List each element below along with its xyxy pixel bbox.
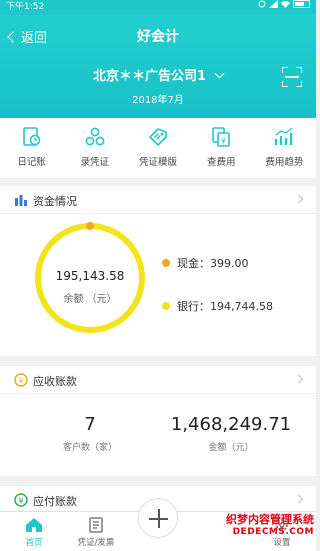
shortcut-voucher-entry[interactable]: 录凭证 bbox=[63, 118, 126, 178]
shortcut-label: 查费用 bbox=[206, 157, 236, 168]
signal-icon bbox=[269, 0, 278, 8]
svg-text:¥: ¥ bbox=[221, 137, 226, 146]
tab-vouchers[interactable]: 凭证/发票 bbox=[70, 517, 122, 548]
tab-home[interactable]: 首页 bbox=[14, 517, 54, 548]
shortcut-bar: 日记账 录凭证 凭证模版 ¥ 查费用 费用趋势 bbox=[0, 118, 316, 178]
app-title: 好会计 bbox=[137, 29, 179, 45]
chevron-down-icon bbox=[214, 68, 225, 79]
coin-icon: ¥ bbox=[14, 373, 28, 387]
receivables-card-header[interactable]: ¥ 应收账款 bbox=[0, 366, 316, 394]
status-time: 下午1:52 bbox=[6, 2, 45, 12]
shortcut-trend[interactable]: 费用趋势 bbox=[253, 118, 316, 178]
header: 返回 好会计 北京＊＊广告公司1 2018年7月 bbox=[0, 15, 316, 118]
amount-value: 1,468,249.71 bbox=[170, 414, 292, 435]
chevron-right-icon bbox=[294, 194, 304, 204]
chevron-right-icon bbox=[294, 374, 304, 384]
add-button[interactable] bbox=[138, 498, 178, 538]
funds-card[interactable]: 资金情况 195,143.58 余额 （元） 现金：399.00 银行：194,… bbox=[0, 186, 316, 356]
customers-value: 7 bbox=[84, 414, 96, 435]
watermark-line1: 织梦内容管理系统 bbox=[226, 513, 314, 526]
customers-label: 客户数（家） bbox=[62, 443, 117, 453]
balance-value: 195,143.58 bbox=[55, 269, 125, 283]
svg-text:¥: ¥ bbox=[18, 377, 23, 386]
document-icon bbox=[89, 517, 103, 533]
period-label[interactable]: 2018年7月 bbox=[0, 91, 316, 106]
legend-cash: 现金：399.00 bbox=[162, 255, 249, 271]
funds-title: 资金情况 bbox=[33, 195, 77, 208]
voucher-template-icon bbox=[149, 128, 167, 146]
receivables-title: 应收账款 bbox=[33, 375, 77, 388]
amount-label: 金额（元） bbox=[208, 443, 254, 453]
watermark: 织梦内容管理系统 DEDECMS.COM bbox=[226, 513, 314, 537]
journal-icon bbox=[22, 127, 40, 146]
expense-icon: ¥ bbox=[212, 127, 231, 147]
bank-dot bbox=[162, 302, 170, 310]
svg-text:¥: ¥ bbox=[18, 497, 23, 506]
customers-stat: 7 客户数（家） bbox=[40, 414, 140, 453]
shortcut-label: 费用趋势 bbox=[265, 157, 304, 168]
scan-icon[interactable] bbox=[282, 67, 302, 87]
cash-dot bbox=[162, 259, 170, 267]
shortcut-label: 凭证模版 bbox=[139, 157, 178, 168]
trend-icon bbox=[275, 127, 293, 145]
voucher-entry-icon bbox=[85, 127, 105, 146]
company-selector[interactable]: 北京＊＊广告公司1 bbox=[0, 65, 316, 84]
balance-label: 余额 （元） bbox=[63, 294, 117, 305]
tab-vouchers-label: 凭证/发票 bbox=[77, 538, 115, 548]
amount-stat: 1,468,249.71 金额（元） bbox=[160, 414, 302, 453]
shortcut-journal[interactable]: 日记账 bbox=[0, 118, 63, 178]
shortcut-expense[interactable]: ¥ 查费用 bbox=[190, 118, 253, 178]
home-icon bbox=[26, 518, 42, 532]
cash-label: 现金：399.00 bbox=[177, 257, 249, 270]
status-icons bbox=[258, 0, 310, 8]
tab-settings-label: 设置 bbox=[273, 538, 291, 548]
funds-card-header[interactable]: 资金情况 bbox=[0, 186, 316, 214]
ring-cash-marker bbox=[86, 222, 94, 230]
payables-title: 应付账款 bbox=[33, 495, 77, 508]
battery-icon bbox=[293, 0, 310, 8]
receivables-card[interactable]: ¥ 应收账款 7 客户数（家） 1,468,249.71 金额（元） bbox=[0, 366, 316, 476]
company-name: 北京＊＊广告公司1 bbox=[92, 69, 207, 84]
coin-icon: ¥ bbox=[14, 493, 28, 507]
bank-label: 银行：194,744.58 bbox=[177, 300, 273, 313]
shortcut-label: 录凭证 bbox=[80, 157, 110, 168]
chevron-right-icon bbox=[294, 494, 304, 504]
bar-chart-icon bbox=[15, 195, 27, 206]
wifi-icon bbox=[281, 1, 290, 8]
shortcut-voucher-template[interactable]: 凭证模版 bbox=[126, 118, 189, 178]
shortcut-label: 日记账 bbox=[17, 157, 46, 168]
status-bar: 下午1:52 bbox=[0, 0, 316, 15]
legend-bank: 银行：194,744.58 bbox=[162, 298, 273, 314]
alarm-icon bbox=[258, 0, 266, 8]
tab-home-label: 首页 bbox=[25, 538, 43, 548]
watermark-line2: DEDECMS.COM bbox=[232, 526, 314, 537]
